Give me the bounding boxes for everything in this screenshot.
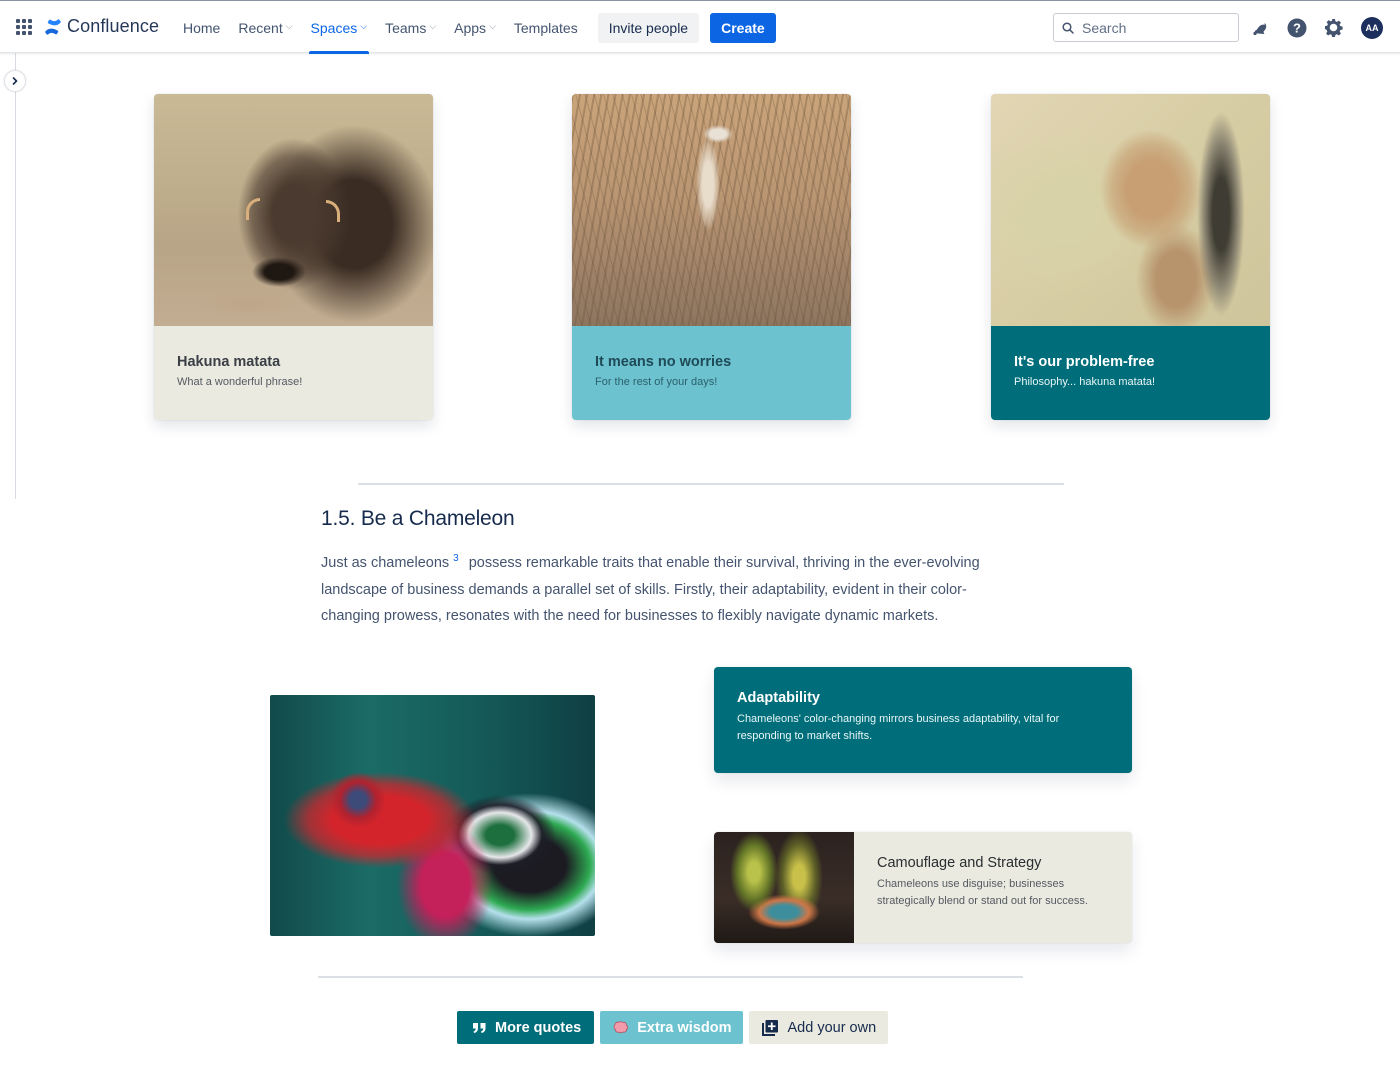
add-your-own-button[interactable]: Add your own (749, 1011, 889, 1044)
nav-templates[interactable]: Templates (505, 1, 587, 54)
chameleon-image (270, 695, 595, 936)
feature-card-adaptability: Adaptability Chameleons' color-changing … (714, 667, 1132, 773)
app-name: Confluence (67, 16, 160, 36)
footnote-link[interactable]: 3 (453, 553, 459, 564)
primary-nav: Home Recent ⌵ Spaces ⌵ Teams ⌵ Apps ⌵ Templa… (174, 1, 776, 54)
card-subtitle: For the rest of your days! (595, 376, 718, 388)
chevron-down-icon: ⌵ (285, 21, 293, 31)
confluence-logo[interactable]: Confluence (44, 16, 159, 37)
sidebar-collapsed-rail (15, 53, 16, 499)
section-paragraph: Just as chameleons 3 possess remarkable tr… (321, 550, 1001, 630)
notifications-icon (1252, 22, 1266, 35)
card-title: It means no worries (595, 354, 732, 370)
svg-text:?: ? (1293, 20, 1301, 35)
create-button[interactable]: Create (710, 12, 776, 43)
card-body: It's our problem-free Philosophy... haku… (991, 326, 1270, 420)
warthog-image (154, 94, 433, 326)
feature-title: Camouflage and Strategy (877, 855, 1042, 871)
nav-spaces[interactable]: Spaces ⌵ (302, 1, 377, 54)
settings-icon (1324, 18, 1343, 37)
nav-teams-label: Teams (385, 19, 427, 36)
app-switcher-icon[interactable] (16, 19, 32, 35)
card-subtitle: What a wonderful phrase! (177, 376, 303, 388)
notifications-button[interactable] (1249, 17, 1270, 38)
top-navigation-bar: Confluence Home Recent ⌵ Spaces ⌵ Teams ⌵ A… (0, 0, 1400, 54)
nav-apps[interactable]: Apps ⌵ (445, 1, 505, 54)
section-heading: 1.5. Be a Chameleon (321, 507, 515, 530)
settings-button[interactable] (1323, 17, 1344, 38)
quote-card-problem-free: It's our problem-free Philosophy... haku… (991, 94, 1270, 420)
action-button-row: More quotes Extra wisdom Add your own (457, 1011, 889, 1044)
meerkat-image (572, 94, 851, 326)
search-box[interactable] (1053, 13, 1239, 42)
feature-title: Adaptability (737, 690, 820, 706)
nav-spaces-label: Spaces (310, 19, 358, 36)
quote-card-no-worries: It means no worries For the rest of your… (572, 94, 851, 420)
nav-home-label: Home (183, 19, 221, 36)
card-body: Hakuna matata What a wonderful phrase! (154, 326, 433, 420)
card-title: It's our problem-free (1014, 354, 1155, 370)
user-avatar[interactable]: AA (1361, 17, 1383, 39)
feature-text: Chameleons' color-changing mirrors busin… (737, 713, 1060, 742)
card-title: Hakuna matata (177, 354, 281, 370)
chevron-down-icon: ⌵ (429, 21, 437, 31)
search-icon (1062, 21, 1074, 34)
chevron-down-icon: ⌵ (489, 21, 496, 31)
add-your-own-label: Add your own (787, 1019, 877, 1036)
section-divider (318, 976, 1023, 978)
lion-cub-image (991, 94, 1270, 326)
confluence-logo-icon (45, 18, 61, 35)
chevron-down-icon: ⌵ (360, 21, 368, 31)
chameleon-leaf-image (714, 832, 854, 943)
nav-home[interactable]: Home (174, 1, 229, 54)
nav-teams[interactable]: Teams ⌵ (376, 1, 445, 54)
brain-icon (613, 1020, 629, 1033)
nav-recent[interactable]: Recent ⌵ (229, 1, 301, 54)
add-page-icon (762, 1019, 779, 1036)
quote-icon (473, 1022, 486, 1033)
card-subtitle: Philosophy... hakuna matata! (1014, 376, 1156, 388)
chevron-right-icon (12, 77, 18, 85)
nav-templates-label: Templates (513, 19, 578, 36)
extra-wisdom-button[interactable]: Extra wisdom (600, 1011, 744, 1044)
expand-sidebar-button[interactable] (4, 70, 26, 92)
quote-card-hakuna-matata: Hakuna matata What a wonderful phrase! (154, 94, 433, 420)
help-icon: ? (1287, 18, 1306, 37)
more-quotes-button[interactable]: More quotes (457, 1011, 595, 1044)
more-quotes-label: More quotes (495, 1019, 582, 1036)
nav-recent-label: Recent (238, 19, 283, 36)
feature-body: Camouflage and Strategy Chameleons use d… (854, 832, 1125, 943)
paragraph-start: Just as chameleons (321, 555, 450, 571)
help-button[interactable]: ? (1286, 17, 1307, 38)
search-input[interactable] (1082, 19, 1232, 36)
section-divider (358, 483, 1064, 485)
feature-text: Chameleons use disguise; businesses stra… (877, 878, 1088, 907)
feature-card-camouflage: Camouflage and Strategy Chameleons use d… (714, 832, 1132, 943)
invite-people-button[interactable]: Invite people (597, 12, 700, 43)
nav-apps-label: Apps (454, 19, 487, 36)
extra-wisdom-label: Extra wisdom (637, 1019, 732, 1036)
card-body: It means no worries For the rest of your… (572, 326, 851, 420)
